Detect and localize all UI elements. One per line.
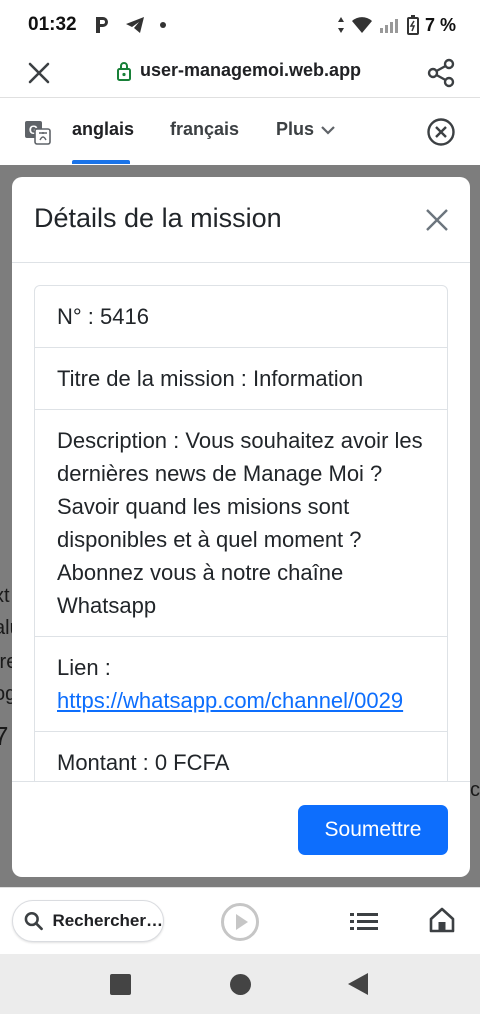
- bg-fragment: c: [470, 779, 480, 801]
- mission-description: Description : Vous souhaitez avoir les d…: [35, 410, 447, 637]
- browser-bottom-toolbar: Rechercher…: [0, 887, 480, 954]
- more-languages-button[interactable]: Plus: [276, 119, 336, 140]
- play-icon[interactable]: [220, 902, 260, 942]
- mission-amount: Montant : 0 FCFA: [35, 732, 447, 781]
- back-icon[interactable]: [348, 973, 368, 995]
- list-icon[interactable]: [350, 910, 378, 934]
- search-button[interactable]: Rechercher…: [12, 900, 164, 942]
- browser-url-bar: user-managemoi.web.app: [0, 50, 480, 98]
- modal-body: N° : 5416 Titre de la mission : Informat…: [12, 263, 470, 781]
- p-app-icon: [95, 17, 108, 33]
- status-time: 01:32: [28, 14, 77, 35]
- modal-footer: Soumettre: [12, 781, 470, 877]
- whatsapp-channel-link[interactable]: https://whatsapp.com/channel/0029: [57, 688, 403, 713]
- bg-fragment: 7: [0, 721, 9, 751]
- home-nav-icon[interactable]: [230, 974, 251, 995]
- submit-button[interactable]: Soumettre: [298, 805, 448, 855]
- mission-title: Titre de la mission : Information: [35, 348, 447, 410]
- bg-fragment: xt: [0, 585, 10, 607]
- share-icon[interactable]: [424, 56, 458, 90]
- system-nav-bar: [0, 954, 480, 1014]
- signal-icon: [379, 19, 398, 33]
- lock-icon: [117, 61, 131, 81]
- wifi-icon: [351, 17, 372, 33]
- modal-header: Détails de la mission: [12, 177, 470, 263]
- close-translate-icon[interactable]: [426, 117, 456, 147]
- tab-lang-french[interactable]: français: [170, 119, 239, 140]
- more-label: Plus: [276, 119, 315, 139]
- search-icon: [24, 911, 43, 931]
- data-arrows-icon: [337, 17, 344, 33]
- translate-icon: G: [25, 121, 51, 145]
- search-label: Rechercher…: [52, 911, 163, 930]
- dot-icon: [159, 22, 166, 28]
- telegram-icon: [125, 17, 144, 33]
- mission-details-list: N° : 5416 Titre de la mission : Informat…: [34, 285, 448, 781]
- home-icon[interactable]: [428, 906, 456, 934]
- mission-number: N° : 5416: [35, 286, 447, 348]
- tab-lang-english[interactable]: anglais: [72, 119, 134, 140]
- recents-icon[interactable]: [110, 974, 131, 995]
- battery-percent: 7 %: [424, 14, 456, 35]
- active-tab-indicator: [72, 160, 130, 164]
- battery-icon: [406, 15, 419, 35]
- close-tab-icon[interactable]: [24, 58, 54, 88]
- chevron-down-icon: [321, 125, 335, 135]
- mission-link-row: Lien : https://whatsapp.com/channel/0029: [35, 637, 447, 732]
- mission-details-modal: Détails de la mission N° : 5416 Titre de…: [12, 177, 470, 877]
- close-icon[interactable]: [422, 205, 452, 235]
- status-right: 7 %: [337, 15, 456, 36]
- url-display[interactable]: user-managemoi.web.app: [116, 60, 361, 81]
- status-bar: 01:32 7 %: [0, 0, 480, 50]
- translate-bar: G anglais français Plus: [0, 99, 480, 165]
- status-notification-icons: [93, 15, 167, 35]
- url-text: user-managemoi.web.app: [140, 60, 362, 80]
- link-label: Lien :: [57, 655, 111, 680]
- modal-title: Détails de la mission: [34, 203, 282, 233]
